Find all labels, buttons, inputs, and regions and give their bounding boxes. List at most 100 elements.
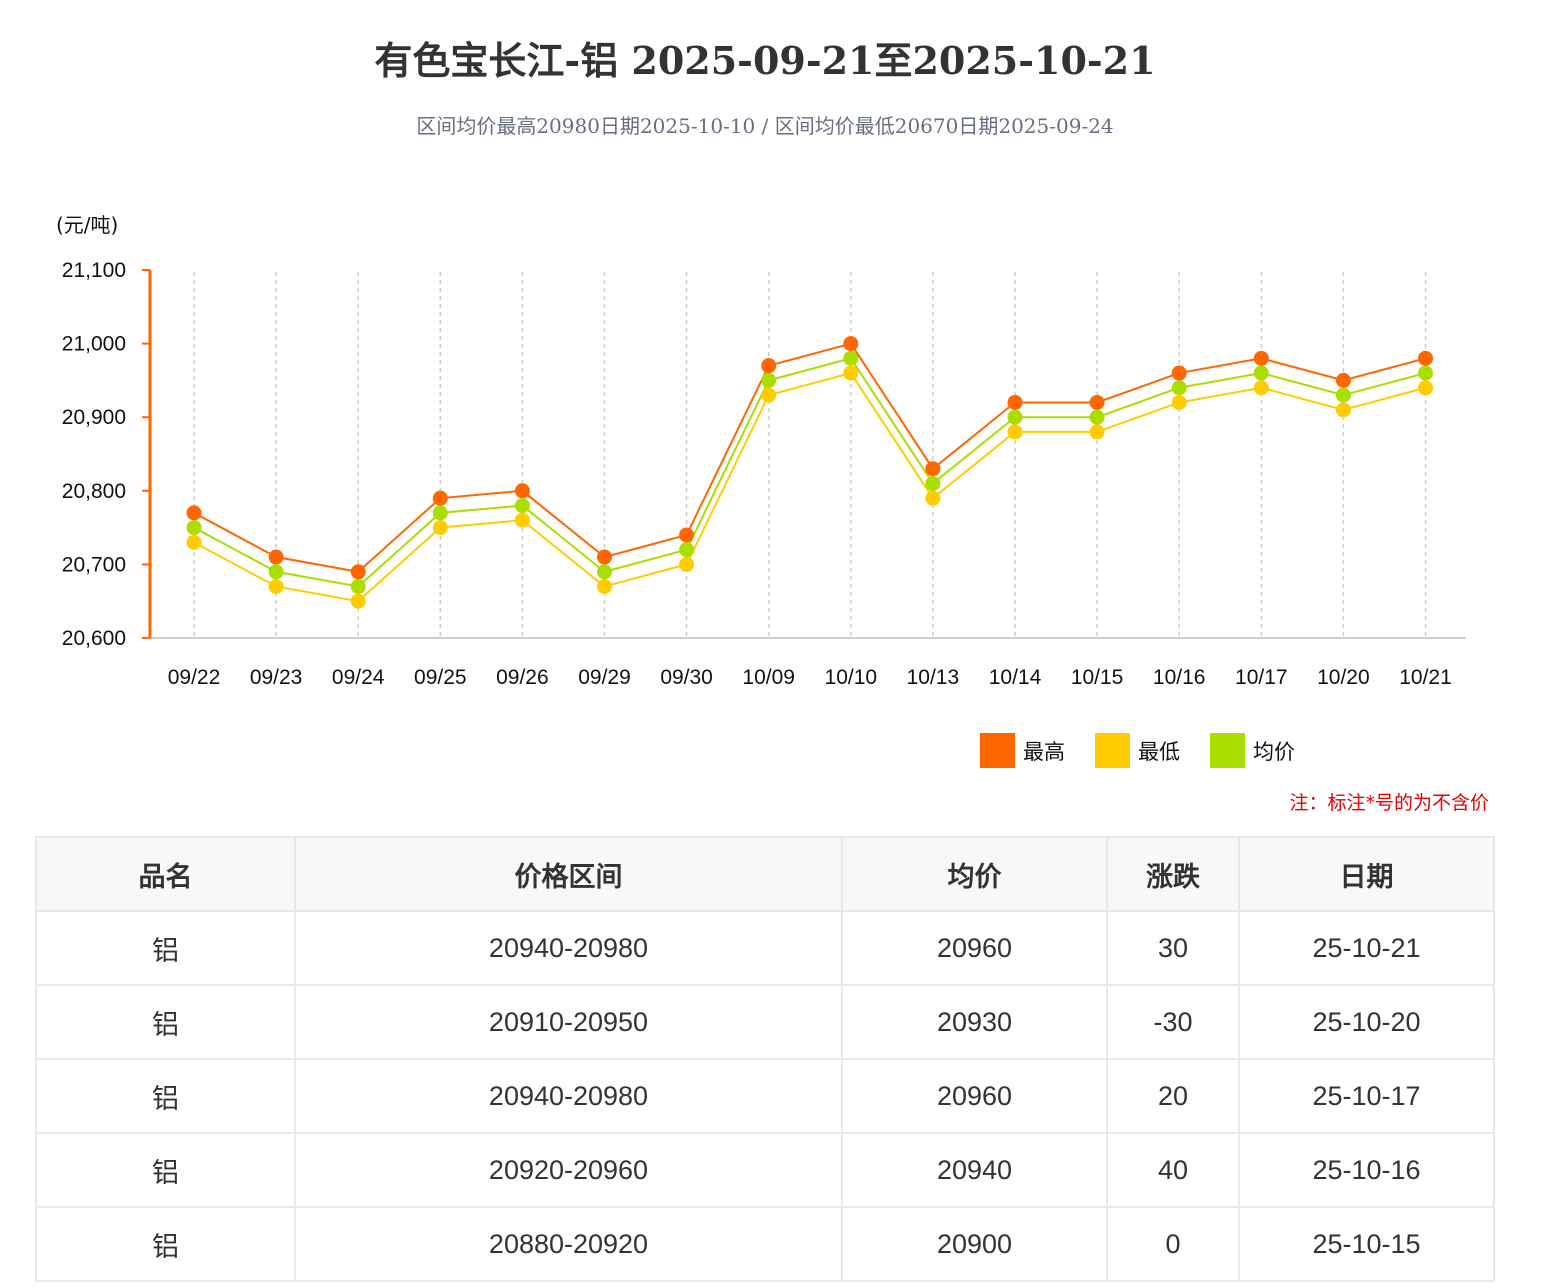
- series-line-high: [193, 342, 1426, 573]
- data-point-low: [514, 512, 530, 528]
- data-point-low: [925, 490, 941, 506]
- cell-date: 25-10-20: [1238, 984, 1495, 1060]
- data-point-avg: [679, 542, 695, 558]
- data-point-low: [1089, 424, 1105, 440]
- data-point-high: [1418, 350, 1433, 366]
- data-point-avg: [1171, 380, 1187, 396]
- header-product: 品名: [35, 836, 296, 912]
- data-point-avg: [350, 578, 366, 594]
- cell-product: 铝: [35, 1206, 296, 1282]
- data-point-high: [1007, 394, 1023, 410]
- data-point-low: [1253, 380, 1269, 396]
- x-tick-label: 09/23: [250, 666, 303, 689]
- legend-item-low[interactable]: 最低: [1095, 733, 1180, 768]
- x-tick-label: 09/22: [168, 666, 221, 689]
- data-point-low: [350, 593, 366, 609]
- x-tick-label: 09/25: [414, 666, 467, 689]
- y-tick-label: 20,600: [62, 627, 126, 650]
- x-tick-label: 09/26: [496, 666, 549, 689]
- cell-date: 25-10-15: [1238, 1206, 1495, 1282]
- data-point-high: [432, 490, 448, 506]
- data-point-high: [350, 564, 366, 580]
- data-point-low: [268, 578, 284, 594]
- data-point-high: [514, 483, 530, 499]
- data-point-low: [679, 556, 695, 572]
- chart-subtitle: 区间均价最高20980日期2025-10-10 / 区间均价最低20670日期2…: [416, 114, 1114, 138]
- legend-label-low: 最低: [1138, 739, 1180, 764]
- data-point-low: [1171, 394, 1187, 410]
- price-table: 品名 价格区间 均价 涨跌 日期 铝 20940-20980 20960 30 …: [35, 836, 1495, 1282]
- cell-price-range: 20920-20960: [294, 1132, 843, 1208]
- table-header-row: 品名 价格区间 均价 涨跌 日期: [35, 836, 1495, 912]
- data-point-avg: [597, 564, 612, 580]
- cell-date: 25-10-16: [1238, 1132, 1495, 1208]
- data-point-low: [1335, 402, 1351, 418]
- legend-swatch-low: [1095, 733, 1130, 768]
- data-point-high: [761, 358, 777, 374]
- x-tick-label: 10/15: [1071, 666, 1124, 689]
- header-date: 日期: [1238, 836, 1495, 912]
- data-point-high: [1335, 372, 1351, 388]
- cell-price-range: 20910-20950: [294, 984, 843, 1060]
- cell-average: 20960: [841, 910, 1108, 986]
- data-point-avg: [268, 564, 284, 580]
- cell-change: 30: [1106, 910, 1240, 986]
- data-point-avg: [1253, 365, 1269, 381]
- cell-average: 20930: [841, 984, 1108, 1060]
- data-point-high: [268, 549, 284, 565]
- cell-average: 20940: [841, 1132, 1108, 1208]
- data-point-low: [1418, 380, 1433, 396]
- data-point-avg: [1007, 409, 1023, 425]
- data-point-high: [679, 527, 695, 543]
- data-point-high: [843, 336, 859, 352]
- data-point-avg: [186, 520, 202, 536]
- data-point-low: [1007, 424, 1023, 440]
- x-tick-label: 10/21: [1399, 666, 1452, 689]
- header-price-range: 价格区间: [294, 836, 843, 912]
- cell-date: 25-10-21: [1238, 910, 1495, 986]
- table-row: 铝 20920-20960 20940 40 25-10-16: [35, 1132, 1495, 1208]
- cell-change: -30: [1106, 984, 1240, 1060]
- x-tick-label: 10/09: [742, 666, 795, 689]
- data-point-high: [925, 461, 941, 477]
- cell-product: 铝: [35, 984, 296, 1060]
- legend-swatch-avg: [1210, 733, 1245, 768]
- legend-label-high: 最高: [1023, 739, 1065, 764]
- legend-item-avg[interactable]: 均价: [1210, 733, 1295, 768]
- x-tick-label: 10/20: [1317, 666, 1370, 689]
- header-average: 均价: [841, 836, 1108, 912]
- data-point-low: [432, 520, 448, 536]
- y-axis-unit: (元/吨): [56, 213, 119, 237]
- cell-product: 铝: [35, 1132, 296, 1208]
- x-tick-label: 10/16: [1153, 666, 1206, 689]
- data-point-low: [843, 365, 859, 381]
- data-point-high: [1089, 394, 1105, 410]
- legend: 最高 最低 均价: [980, 733, 1325, 768]
- legend-item-high[interactable]: 最高: [980, 733, 1065, 768]
- cell-change: 0: [1106, 1206, 1240, 1282]
- footnote: 注：标注*号的为不含价: [1289, 792, 1489, 814]
- y-tick-label: 20,700: [62, 553, 126, 576]
- legend-label-avg: 均价: [1253, 739, 1295, 764]
- legend-swatch-high: [980, 733, 1015, 768]
- cell-product: 铝: [35, 1058, 296, 1134]
- data-point-low: [761, 387, 777, 403]
- data-point-high: [597, 549, 612, 565]
- x-tick-label: 09/29: [578, 666, 631, 689]
- cell-date: 25-10-17: [1238, 1058, 1495, 1134]
- data-point-avg: [432, 505, 448, 521]
- y-tick-label: 21,100: [62, 259, 126, 282]
- data-point-avg: [1335, 387, 1351, 403]
- y-tick-label: 20,900: [62, 406, 126, 429]
- cell-price-range: 20880-20920: [294, 1206, 843, 1282]
- x-tick-label: 09/30: [660, 666, 713, 689]
- cell-price-range: 20940-20980: [294, 910, 843, 986]
- cell-average: 20900: [841, 1206, 1108, 1282]
- y-tick-label: 20,800: [62, 480, 126, 503]
- y-tick-label: 21,000: [62, 333, 126, 356]
- cell-price-range: 20940-20980: [294, 1058, 843, 1134]
- data-point-high: [1171, 365, 1187, 381]
- chart-title: 有色宝长江-铝 2025-09-21至2025-10-21: [374, 38, 1156, 83]
- cell-average: 20960: [841, 1058, 1108, 1134]
- table-row: 铝 20940-20980 20960 30 25-10-21: [35, 910, 1495, 986]
